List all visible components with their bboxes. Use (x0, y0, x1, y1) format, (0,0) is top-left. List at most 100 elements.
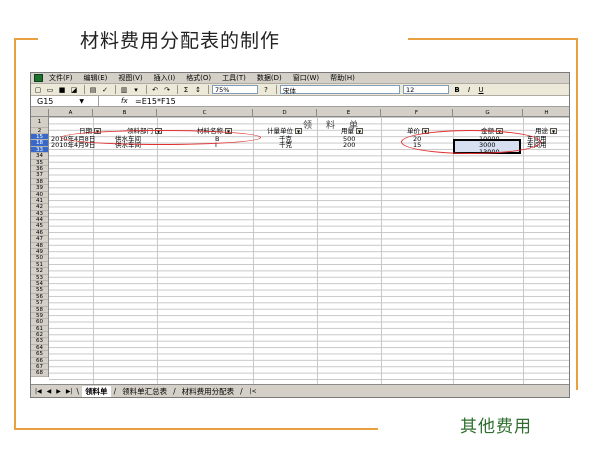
formula-bar: G15 ▼ fx =E15*F15 (31, 96, 569, 107)
tab-scroll-icon[interactable]: |< (250, 388, 257, 395)
toolbar-separator (84, 85, 85, 94)
frame-line-bottom (14, 428, 378, 430)
italic-button[interactable]: I (464, 85, 474, 94)
menu-view[interactable]: 视图(V) (118, 73, 142, 83)
header-unit-label: 计量单位 (267, 127, 293, 135)
menu-edit[interactable]: 编辑(E) (84, 73, 108, 83)
cell-unit[interactable]: 千克 (279, 142, 292, 149)
menu-bar: 文件(F) 编辑(E) 视图(V) 插入(I) 格式(O) 工具(T) 数据(D… (31, 73, 569, 84)
gridline-vertical (157, 117, 158, 384)
gridline-vertical (453, 117, 454, 384)
next-sheet-icon[interactable]: ▶ (56, 388, 61, 395)
spreadsheet-grid[interactable]: A B C D E F G H 1 2 15 18 33 34 35 36 37 38 39 40 41… (31, 109, 569, 384)
column-header-a[interactable]: A (49, 109, 93, 117)
permission-icon[interactable]: ◪ (69, 85, 79, 94)
sheet-tab-requisition[interactable]: 领料单 (82, 386, 111, 397)
gridlines (49, 117, 569, 384)
gridline-vertical (93, 117, 94, 384)
last-sheet-icon[interactable]: ▶| (66, 388, 73, 395)
excel-window: 文件(F) 编辑(E) 视图(V) 插入(I) 格式(O) 工具(T) 数据(D… (30, 72, 570, 398)
formula-input[interactable]: =E15*F15 (135, 97, 176, 106)
column-header-d[interactable]: D (253, 109, 317, 117)
zoom-select[interactable]: 75% (212, 85, 258, 94)
spell-check-icon[interactable]: ✓ (100, 85, 110, 94)
header-use: 用途 ▼ (535, 128, 557, 135)
gridline-vertical (253, 117, 254, 384)
menu-help[interactable]: 帮助(H) (330, 73, 355, 83)
row-header[interactable]: 1 (31, 117, 48, 128)
prev-sheet-icon[interactable]: ◀ (47, 388, 52, 395)
slide-subtitle: 其他费用 (460, 417, 532, 437)
tab-separator: / (173, 387, 176, 396)
sheet-tab-bar: |◀ ◀ ▶ ▶| \ 领料单 / 领料单汇总表 / 材料费用分配表 / |< (31, 384, 569, 397)
chevron-down-icon[interactable]: ▼ (79, 98, 84, 105)
tab-separator: / (113, 387, 117, 396)
filter-dropdown-icon[interactable]: ▼ (550, 128, 557, 134)
menu-format[interactable]: 格式(O) (186, 73, 211, 83)
sheet-tab-allocation[interactable]: 材料费用分配表 (179, 386, 238, 397)
column-header-h[interactable]: H (523, 109, 569, 117)
row-header[interactable]: 68 (31, 370, 48, 377)
toolbar-separator (177, 85, 178, 94)
font-size-select[interactable]: 12 (403, 85, 449, 94)
column-header-c[interactable]: C (157, 109, 253, 117)
underline-button[interactable]: U (476, 85, 486, 94)
paste-icon[interactable]: ▥ (119, 85, 129, 94)
name-box[interactable]: G15 ▼ (31, 96, 99, 106)
save-icon[interactable]: ■ (57, 85, 67, 94)
header-unit: 计量单位 ▼ (267, 128, 302, 135)
select-all-corner[interactable] (31, 109, 49, 117)
redo-icon[interactable]: ↷ (162, 85, 172, 94)
autosum-icon[interactable]: Σ (181, 85, 191, 94)
column-headers: A B C D E F G H (31, 109, 569, 117)
name-box-value: G15 (37, 96, 54, 106)
sort-ascending-icon[interactable]: ↕ (193, 85, 203, 94)
cell-qty[interactable]: 200 (343, 142, 355, 149)
cell-date[interactable]: 2010年4月9日 (51, 142, 95, 149)
filter-dropdown-icon[interactable]: ▼ (295, 128, 302, 134)
tab-separator: \ (76, 387, 80, 396)
frame-line-left (14, 38, 16, 430)
header-qty: 用量 ▼ (341, 128, 363, 135)
sheet-tab-summary[interactable]: 领料单汇总表 (119, 386, 170, 397)
menu-tools[interactable]: 工具(T) (222, 73, 246, 83)
gridline-vertical (523, 117, 524, 384)
menu-data[interactable]: 数据(D) (257, 73, 282, 83)
frame-line-top-right (408, 38, 578, 40)
column-header-g[interactable]: G (453, 109, 523, 117)
toolbar-separator (276, 85, 277, 94)
frame-line-top-left (14, 38, 38, 40)
open-folder-icon[interactable]: ▭ (45, 85, 55, 94)
toolbar-separator (146, 85, 147, 94)
slide-title: 材料费用分配表的制作 (80, 30, 281, 52)
undo-icon[interactable]: ↶ (150, 85, 160, 94)
frame-line-right (576, 38, 578, 390)
gridline-vertical (381, 117, 382, 384)
toolbar-separator (208, 85, 209, 94)
toolbar: ▢ ▭ ■ ◪ ▤ ✓ ▥ ▾ ↶ ↷ Σ ↕ 75% ? 宋体 12 B I … (31, 84, 569, 96)
fx-icon[interactable]: fx (99, 97, 135, 105)
menu-file[interactable]: 文件(F) (49, 73, 73, 83)
menu-window[interactable]: 窗口(W) (293, 73, 319, 83)
column-header-b[interactable]: B (93, 109, 157, 117)
help-icon[interactable]: ? (261, 85, 271, 94)
excel-icon (34, 74, 43, 82)
column-header-f[interactable]: F (381, 109, 453, 117)
tab-separator: / (240, 387, 243, 396)
menu-insert[interactable]: 插入(I) (154, 73, 176, 83)
header-use-label: 用途 (535, 127, 548, 135)
highlight-ellipse (61, 130, 261, 145)
bold-button[interactable]: B (452, 85, 462, 94)
print-icon[interactable]: ▤ (88, 85, 98, 94)
column-header-e[interactable]: E (317, 109, 381, 117)
gridline-vertical (317, 117, 318, 384)
new-file-icon[interactable]: ▢ (33, 85, 43, 94)
filter-dropdown-icon[interactable]: ▼ (356, 128, 363, 134)
dropdown-arrow-icon[interactable]: ▾ (131, 85, 141, 94)
highlight-ellipse (401, 130, 541, 154)
font-name-select[interactable]: 宋体 (280, 85, 400, 95)
toolbar-separator (115, 85, 116, 94)
header-qty-label: 用量 (341, 127, 354, 135)
first-sheet-icon[interactable]: |◀ (35, 388, 42, 395)
row-headers: 1 2 15 18 33 34 35 36 37 38 39 40 41 42 43 44 45 46 47 48 49… (31, 117, 49, 377)
